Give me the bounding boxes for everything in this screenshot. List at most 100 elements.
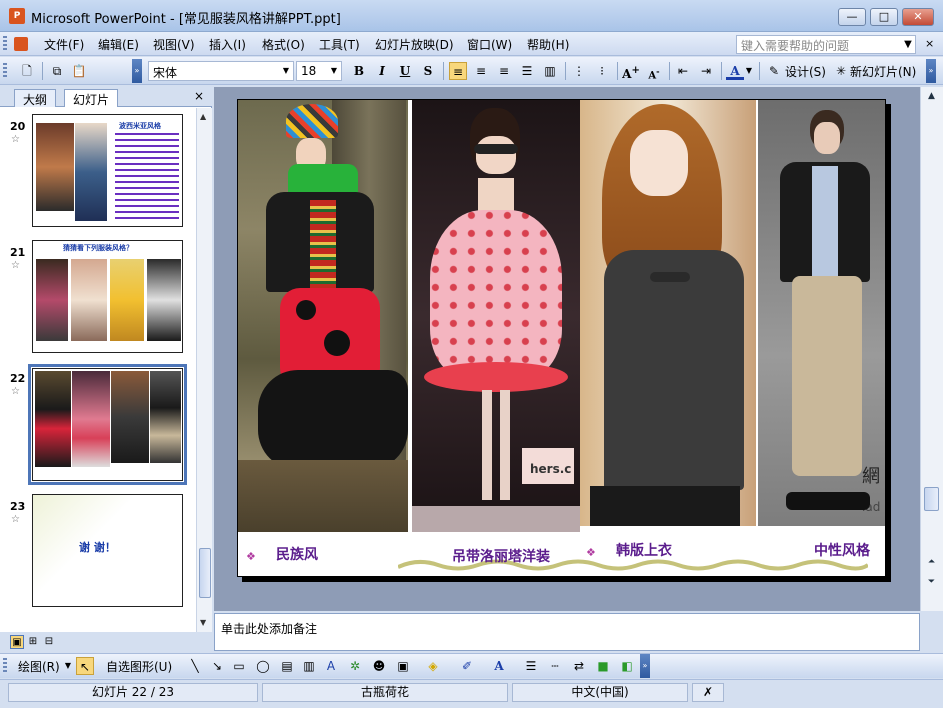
toolbar-overflow-icon[interactable]: » [132,59,142,83]
arrow-icon[interactable]: ↘ [208,657,226,675]
select-pointer-icon[interactable]: ↖ [76,657,94,675]
shadow-button[interactable]: S [419,62,437,80]
help-search-input[interactable]: 键入需要帮助的问题 [736,35,916,54]
menu-edit[interactable]: 编辑(E) [98,36,139,53]
caption-lolita[interactable]: 吊带洛丽塔洋装 [452,546,550,566]
3d-style-icon[interactable]: ◧ [618,657,636,675]
minimize-button[interactable]: — [838,8,866,26]
chevron-down-icon[interactable]: ▼ [280,63,292,79]
paste-icon[interactable]: 📋 [70,62,88,80]
new-slide-button[interactable]: 新幻灯片(N) [850,63,916,80]
scrollbar-thumb[interactable] [924,487,939,511]
autoshapes-button[interactable]: 自选图形(U) [106,658,172,675]
fill-color-icon[interactable]: ◈ [424,657,442,675]
maximize-button[interactable]: □ [870,8,898,26]
spelling-status-icon[interactable]: ✗ [692,683,724,702]
slideshow-view-icon[interactable]: ⊟ [42,635,56,649]
vertical-textbox-icon[interactable]: ▥ [300,657,318,675]
distribute-icon[interactable]: ▥ [541,62,559,80]
menu-slideshow[interactable]: 幻灯片放映(D) [375,36,454,53]
shadow-style-icon[interactable]: ■ [594,657,612,675]
normal-view-icon[interactable]: ▣ [10,635,24,649]
new-document-icon[interactable]: 🗋 [18,62,36,80]
chevron-down-icon[interactable]: ▼ [744,62,754,80]
current-slide[interactable]: hers.c 網 iad ❖ 民族风 吊带洛丽塔洋装 ❖ 韩版上衣 中性风格 [237,99,886,577]
menu-format[interactable]: 格式(O) [262,36,305,53]
toolbar-overflow-icon[interactable]: » [640,654,650,678]
menu-grip-icon[interactable] [3,36,7,52]
toolbar-overflow-icon[interactable]: » [926,59,936,83]
dash-style-icon[interactable]: ┄ [546,657,564,675]
decrease-indent-icon[interactable]: ⇤ [674,62,692,80]
clipart-icon[interactable]: ☻ [370,657,388,675]
draw-menu-button[interactable]: 绘图(R) [18,658,60,675]
caption-korean[interactable]: 韩版上衣 [616,540,672,560]
numbering-icon[interactable]: ⋮ [570,62,588,80]
menu-tools[interactable]: 工具(T) [319,36,360,53]
increase-indent-icon[interactable]: ⇥ [697,62,715,80]
new-slide-icon[interactable]: ✳ [832,62,850,80]
font-color-icon[interactable]: A [490,657,508,675]
scroll-up-icon[interactable]: ▲ [924,91,939,105]
design-button[interactable]: 设计(S) [785,63,826,80]
previous-slide-icon[interactable]: ⏶ [924,557,939,571]
font-color-icon[interactable]: A [726,62,744,80]
pane-close-icon[interactable]: × [194,89,204,103]
copy-icon[interactable]: ⧉ [48,62,66,80]
powerpoint-app-icon[interactable]: P [9,8,25,24]
rectangle-icon[interactable]: ▭ [230,657,248,675]
slides-pane-scrollbar[interactable]: ▲ ▼ [196,108,212,632]
align-right-icon[interactable]: ≡ [495,62,513,80]
wordart-icon[interactable]: A [322,657,340,675]
line-color-icon[interactable]: ✐ [458,657,476,675]
slide-thumbnail-20[interactable]: 波西米亚风格 [32,114,183,227]
slide-sorter-view-icon[interactable]: ⊞ [26,635,40,649]
font-name-select[interactable]: 宋体 ▼ [148,61,294,81]
increase-font-icon[interactable]: A+ [622,62,640,81]
underline-button[interactable]: U [396,62,414,80]
diagram-icon[interactable]: ✲ [346,657,364,675]
line-icon[interactable]: ╲ [186,657,204,675]
font-size-select[interactable]: 18 ▼ [296,61,342,81]
design-icon[interactable]: ✎ [765,62,783,80]
decrease-font-icon[interactable]: A- [645,62,663,81]
menu-insert[interactable]: 插入(I) [209,36,246,53]
bold-button[interactable]: B [350,62,368,80]
italic-button[interactable]: I [373,62,391,80]
slide-thumbnail-21[interactable]: 猜猜看下列服装风格？ [32,240,183,353]
caption-androgynous[interactable]: 中性风格 [814,540,870,560]
scroll-down-icon[interactable]: ▼ [200,618,206,627]
menu-view[interactable]: 视图(V) [153,36,195,53]
menu-file[interactable]: 文件(F) [44,36,84,53]
close-button[interactable]: ✕ [902,8,934,26]
toolbar-grip-icon[interactable] [3,658,7,674]
tab-outline[interactable]: 大纲 [14,89,57,107]
textbox-icon[interactable]: ▤ [278,657,296,675]
align-left-icon[interactable]: ≡ [449,62,467,80]
document-close-button[interactable]: × [925,37,934,50]
document-icon[interactable] [14,37,28,51]
menu-window[interactable]: 窗口(W) [467,36,512,53]
caption-ethnic[interactable]: 民族风 [276,544,318,564]
help-dropdown-icon[interactable]: ▼ [900,35,916,54]
picture-icon[interactable]: ▣ [394,657,412,675]
slide-thumbnail-23[interactable]: 谢 谢！ [32,494,183,607]
scroll-up-icon[interactable]: ▲ [200,112,206,121]
next-slide-icon[interactable]: ⏷ [924,577,939,591]
arrow-style-icon[interactable]: ⇄ [570,657,588,675]
justify-icon[interactable]: ☰ [518,62,536,80]
align-center-icon[interactable]: ≡ [472,62,490,80]
notes-pane[interactable]: 单击此处添加备注 [214,613,920,651]
slide-thumbnail-22[interactable] [28,364,187,485]
menu-help[interactable]: 帮助(H) [527,36,569,53]
toolbar-grip-icon[interactable] [3,63,7,79]
embroidered-panel [310,200,336,290]
slide-scrollbar[interactable]: ▲ ⏶ ⏷ [920,87,943,611]
scrollbar-thumb[interactable] [199,548,211,598]
chevron-down-icon[interactable]: ▼ [63,657,73,675]
bullets-icon[interactable]: ⁝ [593,62,611,80]
tab-slides[interactable]: 幻灯片 [64,89,119,107]
line-style-icon[interactable]: ☰ [522,657,540,675]
chevron-down-icon[interactable]: ▼ [328,63,340,79]
oval-icon[interactable]: ◯ [254,657,272,675]
